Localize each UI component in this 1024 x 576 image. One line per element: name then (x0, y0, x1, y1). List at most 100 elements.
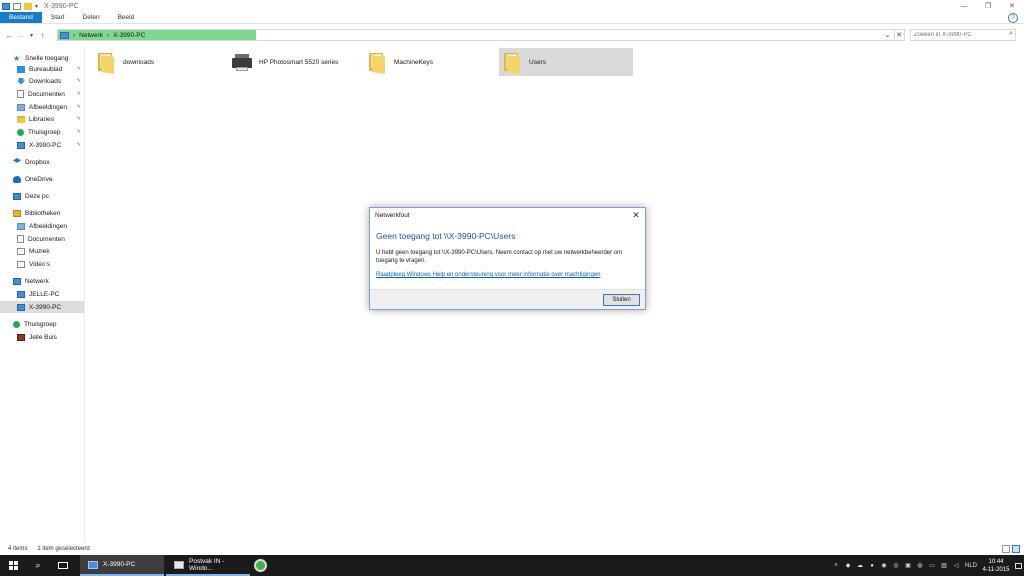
sidebar-item-onedrive[interactable]: OneDrive (0, 173, 84, 185)
onedrive-icon[interactable]: ☁ (854, 555, 866, 576)
sidebar-item-bib-afbeeldingen[interactable]: Afbeeldingen (0, 220, 84, 232)
address-dropdown-icon[interactable]: ⌄ (883, 30, 892, 40)
sidebar-item-muziek[interactable]: Muziek (0, 245, 84, 257)
tile-users[interactable]: Users (499, 48, 633, 76)
dropbox-icon[interactable]: ◆ (842, 555, 854, 576)
clock[interactable]: 10:44 4-11-2015 (980, 558, 1012, 574)
breadcrumb-separator-icon[interactable]: › (73, 32, 75, 39)
sidebar-item-deze-pc[interactable]: Deze pc (0, 190, 84, 202)
breadcrumb: › Netwerk › X-3990-PC (60, 30, 145, 40)
back-button[interactable]: ← (4, 29, 15, 41)
breadcrumb-netwerk[interactable]: Netwerk (79, 32, 103, 39)
pin-icon: ✎ (76, 116, 81, 122)
library-icon (13, 209, 21, 217)
breadcrumb-x-3990-pc[interactable]: X-3990-PC (113, 32, 145, 39)
tile-hp-photosmart[interactable]: HP Photosmart 5520 series (229, 48, 363, 76)
help-link[interactable]: Raadpleeg Windows Help en ondersteuning … (376, 272, 600, 278)
start-button[interactable] (0, 555, 26, 576)
show-hidden-icons-icon[interactable]: ˄ (830, 555, 842, 576)
minimize-button[interactable]: — (952, 0, 976, 12)
sidebar-item-label: Documenten (28, 90, 65, 98)
taskbar-app-label: Postvak IN - Windo... (189, 557, 225, 572)
search-icon[interactable]: ⌕ (26, 555, 50, 576)
properties-icon[interactable] (13, 2, 21, 10)
sidebar-item-label: Jelle Buis (29, 333, 57, 341)
language-indicator[interactable]: NLD (962, 555, 980, 576)
maximize-button[interactable]: ❐ (976, 0, 1000, 12)
search-input[interactable] (911, 30, 1003, 40)
tab-beeld[interactable]: Beeld (109, 12, 144, 23)
close-button[interactable]: Sluiten (603, 294, 640, 306)
computer-icon (17, 290, 25, 298)
network-icon[interactable]: ▥ (938, 555, 950, 576)
shield-icon[interactable]: ● (866, 555, 878, 576)
homegroup-icon (13, 320, 20, 328)
onedrive-icon (13, 175, 21, 183)
volume-icon[interactable]: ◁ (950, 555, 962, 576)
details-view-icon[interactable] (1002, 545, 1010, 553)
address-bar[interactable]: › Netwerk › X-3990-PC ⌄ ✕ (57, 29, 905, 41)
breadcrumb-separator-icon[interactable]: › (107, 32, 109, 39)
sidebar-item-jelle-buis[interactable]: Jelle Buis (0, 331, 84, 343)
tile-machinekeys[interactable]: MachineKeys (364, 48, 498, 76)
tile-label: Users (529, 58, 546, 66)
sidebar-item-x-3990-pc[interactable]: X-3990-PC ✎ (0, 139, 84, 151)
stop-icon[interactable]: ✕ (894, 30, 903, 40)
app-icon[interactable]: ◍ (914, 555, 926, 576)
tab-bestand[interactable]: Bestand (0, 12, 42, 23)
taskbar-app-explorer[interactable]: X-3990-PC (80, 555, 164, 576)
app-icon[interactable]: ◎ (890, 555, 902, 576)
sidebar-item-downloads[interactable]: Downloads ✎ (0, 75, 84, 87)
tiles-view-icon[interactable] (1012, 545, 1020, 553)
recent-locations-button[interactable]: ▾ (26, 29, 37, 41)
sidebar-item-videos[interactable]: Video's (0, 258, 84, 270)
search-icon[interactable]: ⌕ (1009, 30, 1013, 38)
dialog-footer: Sluiten (370, 289, 645, 309)
pictures-icon (17, 222, 25, 230)
battery-icon[interactable]: ▭ (926, 555, 938, 576)
dropbox-icon (13, 158, 21, 163)
app-icon[interactable]: ▣ (902, 555, 914, 576)
app-icon[interactable]: ◉ (878, 555, 890, 576)
tile-downloads[interactable]: downloads (93, 48, 227, 76)
view-switcher (1002, 545, 1020, 553)
sidebar-item-thuisgroep-2[interactable]: Thuisgroep (0, 318, 84, 330)
taskbar-app-mail[interactable]: Postvak IN - Windo... (166, 555, 250, 576)
action-center-icon[interactable] (1012, 555, 1024, 576)
sidebar-item-jelle-pc[interactable]: JELLE-PC (0, 288, 84, 300)
sidebar-item-label: Dropbox (25, 158, 50, 166)
customize-toolbar-icon[interactable]: ▾ (35, 3, 38, 10)
search-box[interactable]: ⌕ (910, 29, 1016, 41)
forward-button[interactable]: → (15, 29, 26, 41)
pin-icon: ✎ (76, 142, 81, 148)
sidebar-item-bibliotheken[interactable]: Bibliotheken (0, 207, 84, 219)
sidebar-item-label: Snelle toegang (25, 54, 69, 62)
sidebar-item-label: Bibliotheken (25, 209, 61, 217)
sidebar-item-netwerk[interactable]: Netwerk (0, 275, 84, 287)
address-row: ← → ▾ ↑ › Netwerk › X-3990-PC ⌄ ✕ ⌕ (0, 27, 1024, 43)
up-button[interactable]: ↑ (37, 29, 48, 41)
sidebar-item-bureaublad[interactable]: Bureaublad ✎ (0, 63, 84, 75)
shared-folder-icon (501, 51, 523, 74)
item-count: 4 items (8, 546, 28, 552)
new-folder-icon[interactable] (24, 2, 32, 10)
dialog-close-icon[interactable]: ✕ (631, 210, 641, 220)
dialog-heading: Geen toegang tot \\X-3990-PC\Users (376, 231, 516, 241)
pin-icon: ✎ (76, 66, 81, 72)
close-window-button[interactable]: ✕ (1000, 0, 1024, 12)
tab-delen[interactable]: Delen (74, 12, 109, 23)
help-icon[interactable]: ? (1008, 13, 1018, 23)
sidebar-item-libraries[interactable]: Libraries ✎ (0, 113, 84, 125)
sidebar-item-documenten[interactable]: Documenten ✎ (0, 88, 84, 100)
sidebar-item-thuisgroep[interactable]: Thuisgroep ✎ (0, 126, 84, 138)
sidebar-item-net-x-3990-pc[interactable]: X-3990-PC (0, 301, 84, 313)
tab-start[interactable]: Start (42, 12, 74, 23)
sidebar-item-afbeeldingen[interactable]: Afbeeldingen ✎ (0, 101, 84, 113)
sidebar-item-dropbox[interactable]: Dropbox (0, 156, 84, 168)
pinned-app-icon[interactable] (254, 559, 267, 572)
sidebar-item-label: JELLE-PC (29, 290, 60, 298)
sidebar-item-bib-documenten[interactable]: Documenten (0, 233, 84, 245)
task-view-icon[interactable] (50, 555, 76, 576)
mail-icon (174, 560, 184, 569)
dialog-message: U hebt geen toegang tot \\X-3990-PC\User… (376, 250, 623, 264)
